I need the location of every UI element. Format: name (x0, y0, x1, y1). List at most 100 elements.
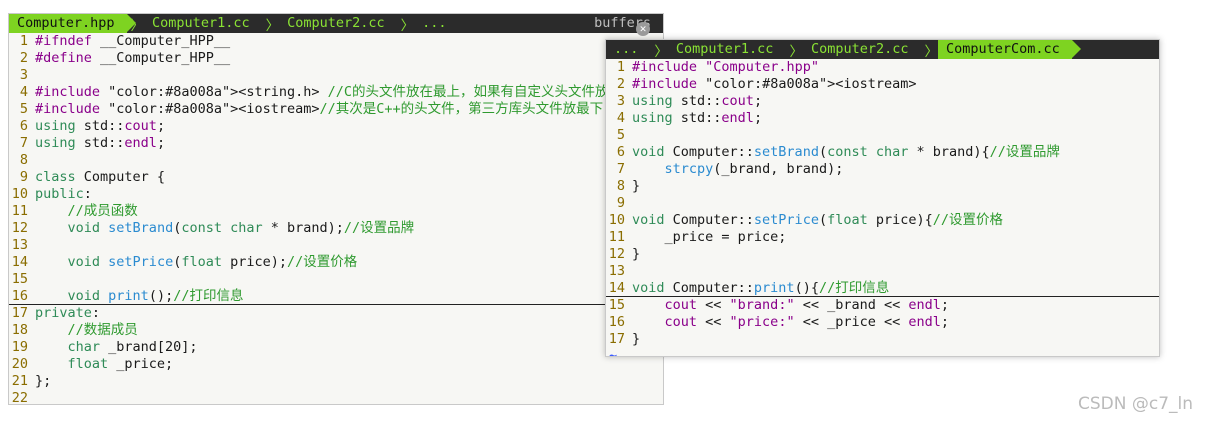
line-number: 17 (608, 331, 625, 347)
code-line[interactable]: 8 (9, 152, 663, 169)
line-number: 1 (19, 33, 28, 49)
code-line[interactable]: 4 using std::endl; (606, 110, 1159, 127)
line-text: #include "color:#8a008a"><iostream> (632, 76, 917, 92)
line-number: 7 (19, 135, 28, 151)
editor-window-right[interactable]: ... 〉 Computer1.cc 〉 Computer2.cc 〉 Comp… (605, 39, 1160, 357)
tab-bar: ... 〉 Computer1.cc 〉 Computer2.cc 〉 Comp… (606, 40, 1159, 60)
chevron-right-icon: 〉 (400, 17, 415, 34)
empty-line-marker: ~ (609, 348, 618, 357)
code-line[interactable]: 13 (9, 237, 663, 254)
code-line[interactable]: 12} (606, 246, 1159, 263)
line-number: 8 (19, 152, 28, 168)
code-line[interactable]: 17 private: (9, 305, 663, 322)
line-number: 15 (11, 271, 28, 287)
line-number: 4 (616, 110, 625, 126)
tab-more[interactable]: ... (606, 40, 650, 59)
code-line[interactable]: 6 void Computer::setBrand(const char * br… (606, 144, 1159, 161)
line-number: 2 (19, 50, 28, 66)
code-line[interactable]: 21}; (9, 373, 663, 390)
tab-computercom-cc[interactable]: ComputerCom.cc (937, 40, 1081, 59)
code-line[interactable]: 7 strcpy(_brand, brand); (606, 161, 1159, 178)
code-line[interactable]: 4 #include "color:#8a008a"><string.h> //C… (9, 84, 663, 101)
code-line[interactable]: 5 #include "color:#8a008a"><iostream>//其次… (9, 101, 663, 118)
tab-computer1-cc[interactable]: Computer1.cc (144, 14, 262, 33)
code-line[interactable]: 20 float _price; (9, 356, 663, 373)
code-line[interactable]: 14 void setPrice(float price);//设置价格 (9, 254, 663, 271)
chevron-right-icon: 〉 (924, 43, 938, 60)
line-number: 3 (19, 67, 28, 83)
code-line[interactable]: 19 char _brand[20]; (9, 339, 663, 356)
line-text: #define __Computer_HPP__ (35, 50, 231, 66)
line-number: 19 (11, 339, 28, 355)
line-number: 18 (11, 322, 28, 338)
chevron-right-icon: 〉 (654, 43, 668, 60)
code-line[interactable]: 10 public: (9, 186, 663, 203)
line-number: 13 (608, 263, 625, 279)
line-number: 22 (11, 390, 28, 405)
code-area[interactable]: 1 #include "Computer.hpp" 2 #include "color… (606, 59, 1159, 348)
code-line[interactable]: 16 void print();//打印信息 (9, 288, 663, 305)
chevron-right-icon: 〉 (265, 17, 280, 34)
code-line[interactable]: 12 void setBrand(const char * brand);//设… (9, 220, 663, 237)
line-text: class Computer { (35, 169, 166, 185)
tab-computer2-cc[interactable]: Computer2.cc (279, 14, 397, 33)
code-area[interactable]: 1 #ifndef __Computer_HPP__ 2 #define __Comp… (9, 33, 663, 405)
code-line[interactable]: 5 (606, 127, 1159, 144)
line-text: _price = price; (632, 229, 787, 245)
code-line[interactable]: 7 using std::endl; (9, 135, 663, 152)
code-line[interactable]: 11 _price = price; (606, 229, 1159, 246)
line-number: 20 (11, 356, 28, 372)
line-number: 21 (11, 373, 28, 389)
tab-computer-hpp[interactable]: Computer.hpp (9, 14, 136, 33)
code-line[interactable]: 8} (606, 178, 1159, 195)
code-line[interactable]: 3 (9, 67, 663, 84)
code-line[interactable]: 6 using std::cout; (9, 118, 663, 135)
line-number: 11 (11, 203, 28, 219)
line-number: 14 (11, 254, 28, 270)
line-text: void Computer::print(){//打印信息 (632, 280, 890, 296)
line-text: using std::cout; (632, 93, 763, 109)
line-text: public: (35, 186, 92, 202)
line-number: 15 (608, 297, 625, 313)
code-line[interactable]: 15 (9, 271, 663, 288)
tab-computer2-cc[interactable]: Computer2.cc (803, 40, 921, 59)
line-number: 14 (608, 280, 625, 296)
line-text: char _brand[20]; (67, 339, 198, 355)
code-line[interactable]: 10 void Computer::setPrice(float price){/… (606, 212, 1159, 229)
close-icon[interactable]: ✕ (636, 22, 650, 36)
code-line[interactable]: 9 class Computer { (9, 169, 663, 186)
code-line[interactable]: 14 void Computer::print(){//打印信息 (606, 280, 1159, 297)
code-line[interactable]: 16 cout << "price:" << _price << endl; (606, 314, 1159, 331)
tab-more[interactable]: ... (414, 14, 458, 33)
line-text: using std::endl; (35, 135, 166, 151)
line-number: 10 (11, 186, 28, 202)
code-line[interactable]: 2 #define __Computer_HPP__ (9, 50, 663, 67)
code-line[interactable]: 1 #ifndef __Computer_HPP__ (9, 33, 663, 50)
line-text: void setPrice(float price);//设置价格 (67, 254, 358, 270)
line-number: 6 (616, 144, 625, 160)
line-number: 8 (616, 178, 625, 194)
chevron-right-icon: 〉 (789, 43, 803, 60)
code-line[interactable]: 11 //成员函数 (9, 203, 663, 220)
line-number: 16 (11, 288, 28, 304)
tab-computer1-cc[interactable]: Computer1.cc (668, 40, 786, 59)
code-line[interactable]: 22 (9, 390, 663, 405)
line-number: 10 (608, 212, 625, 228)
code-line[interactable]: 17} (606, 331, 1159, 348)
code-line[interactable]: 2 #include "color:#8a008a"><iostream> (606, 76, 1159, 93)
line-number: 9 (616, 195, 625, 211)
code-line[interactable]: 3 using std::cout; (606, 93, 1159, 110)
line-text: strcpy(_brand, brand); (664, 161, 844, 177)
code-line[interactable]: 9 (606, 195, 1159, 212)
code-line[interactable]: 15 cout << "brand:" << _brand << endl; (606, 297, 1159, 314)
line-number: 1 (616, 59, 625, 75)
editor-window-left[interactable]: Computer.hpp 〉 Computer1.cc 〉 Computer2.… (8, 13, 664, 405)
line-text: float _price; (67, 356, 174, 372)
line-number: 11 (608, 229, 625, 245)
line-text: void print();//打印信息 (67, 288, 244, 304)
code-line[interactable]: 18 //数据成员 (9, 322, 663, 339)
line-text: void Computer::setPrice(float price){//设… (632, 212, 1004, 228)
code-line[interactable]: 1 #include "Computer.hpp" (606, 59, 1159, 76)
line-text: using std::endl; (632, 110, 763, 126)
code-line[interactable]: 13 (606, 263, 1159, 280)
